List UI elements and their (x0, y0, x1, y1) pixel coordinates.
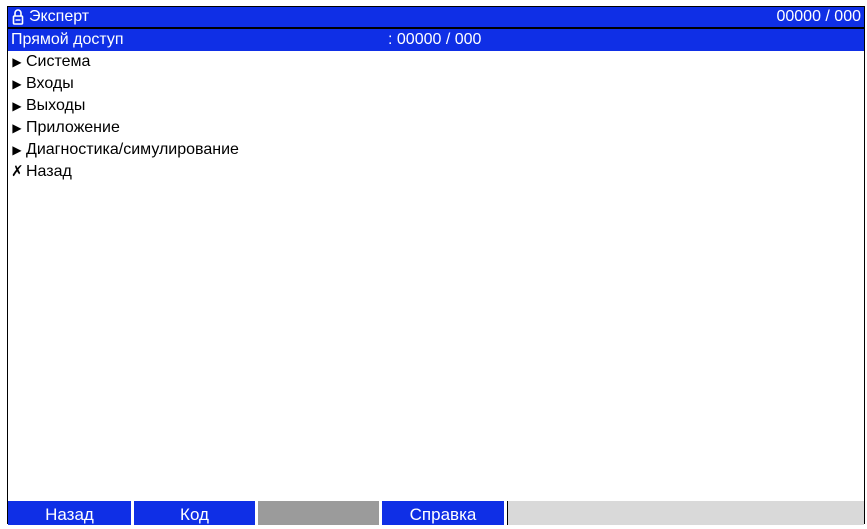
softkey-back[interactable]: Назад (8, 501, 134, 525)
menu-item-label: Выходы (26, 97, 86, 114)
menu-item-label: Назад (26, 163, 72, 180)
menu-item-outputs[interactable]: ▶ Выходы (8, 95, 864, 117)
screen-title: Эксперт (29, 8, 90, 25)
softkey-empty[interactable] (258, 501, 382, 525)
softkey-help[interactable]: Справка (382, 501, 507, 525)
menu-item-back[interactable]: ✗ Назад (8, 161, 864, 183)
menu-item-application[interactable]: ▶ Приложение (8, 117, 864, 139)
right-triangle-icon: ▶ (12, 55, 22, 69)
menu-item-label: Система (26, 53, 91, 70)
menu-item-direct-access[interactable]: Прямой доступ : 00000 / 000 (8, 29, 864, 51)
title-bar: Эксперт 00000 / 000 (8, 7, 864, 27)
softkey-bar: Назад Код Справка (8, 501, 864, 525)
right-triangle-icon: ▶ (12, 143, 22, 157)
menu-item-label: Приложение (26, 119, 120, 136)
right-triangle-icon: ▶ (12, 121, 22, 135)
softkey-code[interactable]: Код (134, 501, 258, 525)
menu-item-system[interactable]: ▶ Система (8, 51, 864, 73)
access-code-counter: 00000 / 000 (776, 8, 861, 25)
menu-item-diagnostics[interactable]: ▶ Диагностика/симулирование (8, 139, 864, 161)
expert-menu-screen: Эксперт 00000 / 000 Прямой доступ : 0000… (7, 6, 865, 525)
right-triangle-icon: ▶ (12, 77, 22, 91)
menu-item-inputs[interactable]: ▶ Входы (8, 73, 864, 95)
menu-item-label: Входы (26, 75, 74, 92)
lock-icon (11, 7, 25, 27)
direct-access-label: Прямой доступ (11, 31, 124, 48)
softkey-bar-filler (507, 501, 864, 525)
right-triangle-icon: ▶ (12, 99, 22, 113)
cross-icon: ✗ (11, 163, 24, 180)
menu-item-label: Диагностика/симулирование (26, 141, 239, 158)
direct-access-value: : 00000 / 000 (388, 31, 482, 48)
